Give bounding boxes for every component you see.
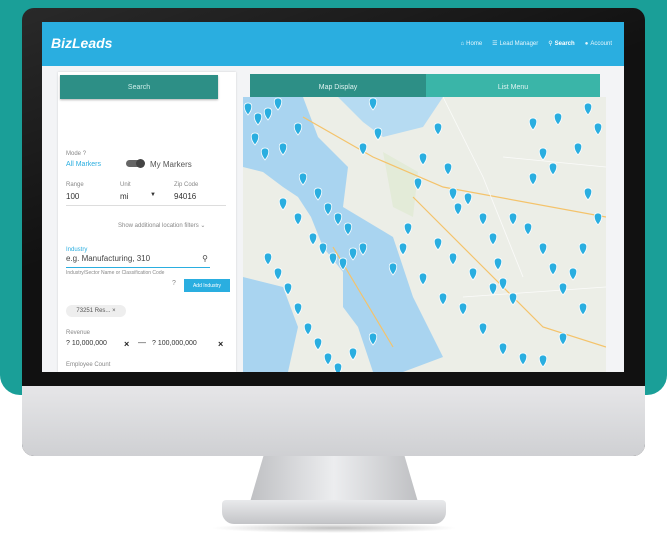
map-view[interactable]: [243, 97, 606, 372]
nav-account[interactable]: ● Account: [585, 40, 612, 47]
app-logo[interactable]: BizLeads: [51, 35, 112, 51]
list-icon: ☰: [492, 41, 498, 47]
unit-label: Unit: [120, 182, 131, 188]
help-icon[interactable]: ?: [172, 280, 176, 287]
monitor-base: [222, 500, 446, 524]
all-markers-option[interactable]: All Markers: [66, 161, 101, 168]
chevron-down-icon[interactable]: ▼: [150, 192, 156, 198]
my-markers-option[interactable]: My Markers: [150, 160, 192, 169]
mode-label: Mode ?: [66, 151, 87, 157]
revenue-min-field[interactable]: ? 10,000,000: [66, 340, 107, 347]
search-button[interactable]: Search: [60, 75, 218, 99]
range-field[interactable]: 100: [66, 192, 79, 201]
search-icon[interactable]: ⚲: [202, 254, 208, 263]
revenue-label: Revenue: [66, 330, 91, 336]
home-icon: ⌂: [460, 40, 465, 47]
industry-chip[interactable]: 73251 Res... ×: [66, 305, 126, 317]
help-icon: ?: [66, 340, 70, 347]
nav-menu: ⌂ Home ☰ Lead Manager ⚲ Search ● Account: [461, 40, 612, 48]
chevron-down-icon: ⌄: [200, 223, 206, 229]
close-icon[interactable]: ×: [112, 308, 116, 314]
more-filters-link[interactable]: Show additional location filters ⌄: [118, 222, 205, 229]
add-industry-button[interactable]: Add Industry: [184, 279, 230, 292]
help-icon: ?: [152, 340, 156, 347]
unit-select[interactable]: mi: [120, 192, 128, 201]
nav-home[interactable]: ⌂ Home: [461, 40, 483, 47]
range-separator: —: [138, 338, 146, 347]
clear-icon[interactable]: ×: [124, 339, 129, 349]
search-icon: ⚲: [548, 41, 553, 47]
range-label: Range: [66, 182, 84, 188]
zip-field[interactable]: 94016: [174, 192, 196, 201]
user-icon: ●: [584, 40, 589, 47]
clear-icon[interactable]: ×: [218, 339, 223, 349]
zip-label: Zip Code: [174, 182, 199, 188]
revenue-max-field[interactable]: ? 100,000,000: [152, 340, 197, 347]
industry-label: Industry: [66, 247, 88, 253]
employee-label: Employee Count: [66, 362, 111, 368]
search-panel: Search Mode ? All Markers My Markers Ran…: [58, 72, 236, 372]
help-icon[interactable]: ?: [83, 151, 86, 157]
app-screen: BizLeads ⌂ Home ☰ Lead Manager ⚲ Search ● Ac…: [42, 22, 624, 372]
nav-lead-manager[interactable]: ☰ Lead Manager: [492, 40, 538, 48]
monitor-chin: [22, 386, 645, 456]
map-pin-icon[interactable]: [333, 362, 343, 372]
nav-search[interactable]: ⚲ Search: [548, 40, 574, 48]
top-nav: BizLeads ⌂ Home ☰ Lead Manager ⚲ Search ● Ac…: [42, 22, 624, 66]
monitor-stand: [250, 456, 418, 502]
industry-hint: Industry/Sector Name or Classification C…: [66, 270, 165, 276]
markers-toggle[interactable]: [126, 159, 145, 168]
industry-input[interactable]: e.g. Manufacturing, 310 ⚲: [66, 254, 210, 268]
